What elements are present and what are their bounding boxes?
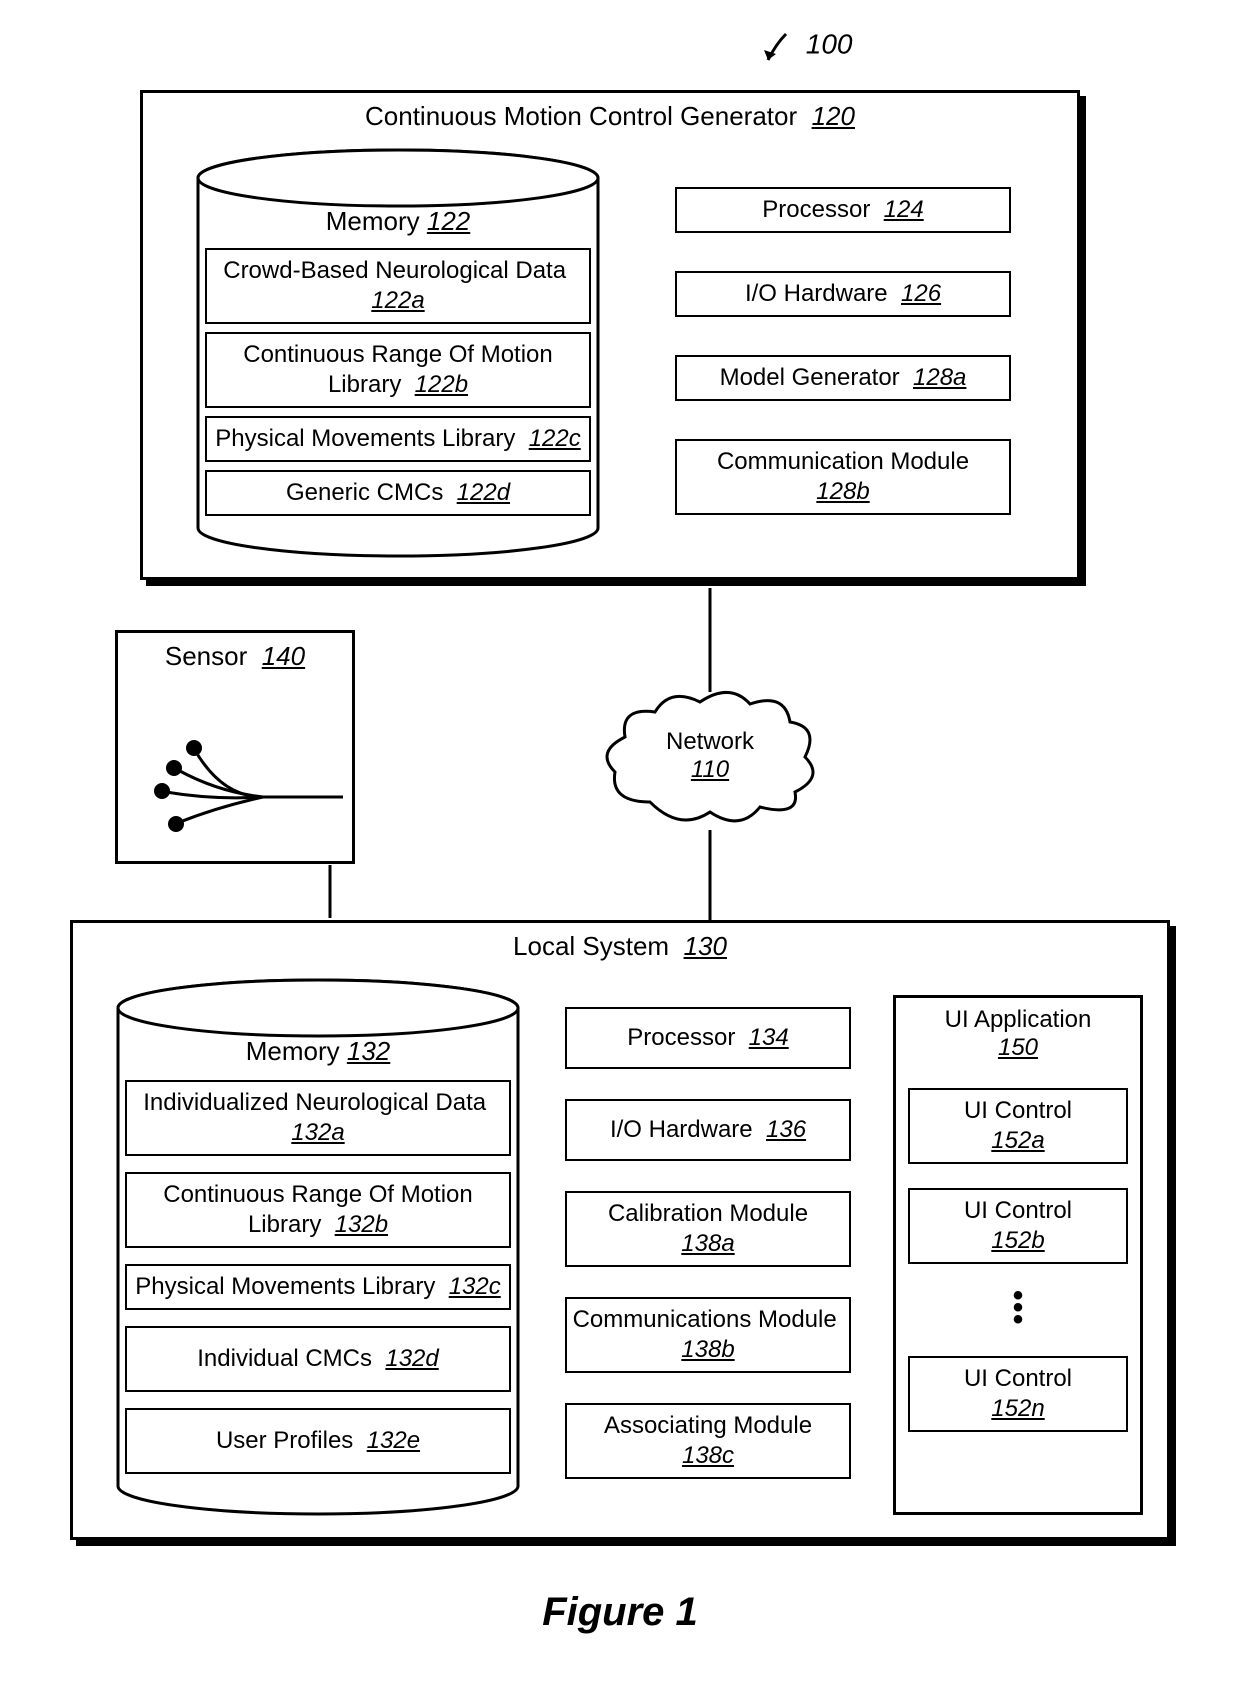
local-range-motion-lib: Continuous Range Of Motion Library 132b: [125, 1172, 511, 1248]
calibration-module: Calibration Module138a: [565, 1191, 851, 1267]
local-system-title: Local System 130: [73, 923, 1167, 962]
ui-control-152a: UI Control152a: [908, 1088, 1128, 1164]
ui-control-152b: UI Control152b: [908, 1188, 1128, 1264]
individual-cmcs: Individual CMCs 132d: [125, 1326, 511, 1392]
sensor-box: Sensor 140: [115, 630, 355, 864]
processor-134: Processor 134: [565, 1007, 851, 1069]
ui-application-title: UI Application150: [896, 998, 1140, 1062]
ui-application-container: UI Application150 UI Control152a UI Cont…: [893, 995, 1143, 1515]
sensor-icon: [118, 672, 358, 862]
local-memory-title: Memory 132: [113, 1036, 523, 1067]
network-label: Network110: [600, 728, 820, 784]
io-hardware-136: I/O Hardware 136: [565, 1099, 851, 1161]
local-phys-movements-lib: Physical Movements Library 132c: [125, 1264, 511, 1310]
local-system-container: Local System 130 Memory 132 Individualiz…: [70, 920, 1170, 1540]
ui-control-152n: UI Control152n: [908, 1356, 1128, 1432]
figure-caption: Figure 1: [0, 1590, 1240, 1635]
individualized-neuro-data: Individualized Neurological Data 132a: [125, 1080, 511, 1156]
sensor-title: Sensor 140: [118, 633, 352, 672]
ellipsis-icon: •••: [896, 1284, 1140, 1336]
local-memory-cylinder: Memory 132 Individualized Neurological D…: [113, 978, 523, 1518]
network-cloud: Network110: [600, 682, 820, 832]
associating-module: Associating Module138c: [565, 1403, 851, 1479]
user-profiles: User Profiles 132e: [125, 1408, 511, 1474]
communications-module: Communications Module 138b: [565, 1297, 851, 1373]
diagram-canvas: 100 Continuous Motion Control Generator …: [0, 0, 1240, 1705]
